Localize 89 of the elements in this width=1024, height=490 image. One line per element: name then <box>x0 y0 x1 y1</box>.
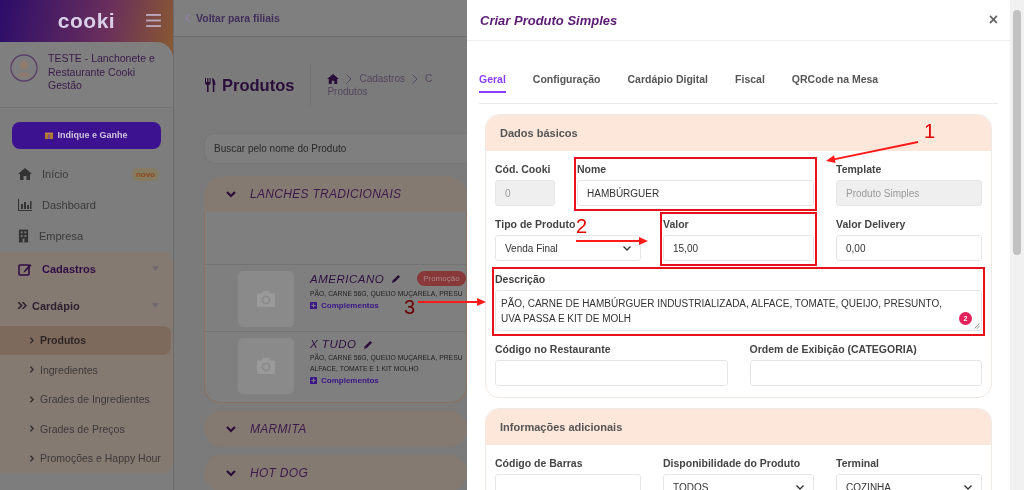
category-header[interactable]: LANCHES TRADICIONAIS <box>204 176 467 212</box>
chevron-right-icon <box>412 73 418 84</box>
select-field[interactable]: Venda Final <box>495 235 641 261</box>
nav-item[interactable]: Grades de Ingredientes <box>0 384 171 414</box>
caret-icon <box>796 484 804 490</box>
field-label: Template <box>836 163 882 175</box>
nav-item[interactable]: Produtos <box>0 325 171 355</box>
chevron-right-icon <box>30 336 34 344</box>
nav-item[interactable]: Cardápio <box>0 285 173 326</box>
chevron-down-icon <box>226 469 236 477</box>
fork-knife-icon <box>204 78 216 92</box>
menu-icon[interactable] <box>146 14 161 27</box>
tab[interactable]: QRCode na Mesa <box>791 62 879 93</box>
double-chevron-icon <box>18 302 27 309</box>
field-label: Nome <box>577 163 607 175</box>
product-name: X TUDO <box>310 338 357 350</box>
search-field[interactable]: Buscar pelo nome do Produto <box>204 133 467 164</box>
input-field[interactable]: 0,00 <box>836 235 982 261</box>
field-label: Descrição <box>495 273 546 285</box>
caret-icon <box>964 484 972 490</box>
field-label: Cód. Cooki <box>495 163 551 175</box>
annotation-number: 2 <box>576 215 588 237</box>
select-field[interactable]: TODOS <box>663 474 814 490</box>
building-icon <box>18 229 29 243</box>
bar-chart-icon <box>18 199 32 211</box>
plus-square-icon <box>310 302 317 309</box>
tab[interactable]: Geral <box>479 62 506 93</box>
scrollbar-thumb[interactable] <box>1013 10 1021 255</box>
section-title: Dados básicos <box>500 127 578 139</box>
field-label: Ordem de Exibição (CATEGORIA) <box>749 343 917 355</box>
complements-link[interactable]: Complementos <box>310 301 379 310</box>
category-header[interactable]: HOT DOG <box>204 455 467 490</box>
pencil-icon[interactable] <box>364 339 374 349</box>
logo[interactable]: cooki <box>57 9 116 33</box>
promo-badge: Promoção <box>417 271 466 286</box>
chevron-left-icon <box>185 14 190 22</box>
new-badge: novo <box>131 167 159 181</box>
input-field[interactable] <box>495 360 728 386</box>
nav-item[interactable]: Ingredientes <box>0 355 171 385</box>
select-field[interactable]: COZINHA <box>836 474 982 490</box>
product-name: AMERICANO <box>310 272 385 285</box>
tab[interactable]: Fiscal <box>735 62 765 93</box>
chevron-right-icon <box>30 366 34 374</box>
scrollbar[interactable] <box>1010 0 1024 490</box>
caret-icon <box>623 245 631 251</box>
category-header[interactable]: MARMITA <box>204 411 467 447</box>
nav-item[interactable]: Empresa <box>0 220 173 252</box>
back-link[interactable]: Voltar para filiais <box>185 12 280 24</box>
avatar-icon <box>10 54 38 82</box>
field-label: Valor <box>663 218 689 230</box>
field-label: Valor Delivery <box>836 218 906 230</box>
field-label: Tipo de Produto <box>495 218 576 230</box>
nav-item[interactable]: Dashboard <box>0 189 173 221</box>
plus-square-icon <box>310 377 317 384</box>
nav-item[interactable]: Promoções e Happy Hour <box>0 443 171 473</box>
chevron-down-icon <box>226 190 236 198</box>
close-button[interactable]: × <box>988 11 998 29</box>
edit-icon <box>18 261 32 276</box>
annotation-arrow <box>417 298 486 306</box>
pencil-icon[interactable] <box>392 274 402 283</box>
chevron-right-icon <box>30 454 34 462</box>
chevron-right-icon <box>30 395 34 403</box>
annotation-number: 3 <box>404 296 416 318</box>
account-name: TESTE - Lanchonete e Restaurante Cooki Gestão <box>48 52 156 93</box>
page-title: Produtos <box>222 75 295 95</box>
input-field[interactable]: 15,00 <box>663 235 814 261</box>
field-label: Código de Barras <box>495 457 583 469</box>
nav-item[interactable]: Grades de Preços <box>0 414 171 444</box>
home-icon <box>18 168 32 180</box>
chevron-right-icon <box>30 425 34 433</box>
nav-item[interactable]: Cadastros <box>0 251 173 286</box>
input-field[interactable] <box>749 360 982 386</box>
chevron-right-icon <box>346 73 353 84</box>
resize-handle-icon[interactable] <box>974 323 980 329</box>
gift-icon <box>45 131 54 139</box>
annotation-number: 1 <box>924 120 936 142</box>
input-field[interactable]: HAMBÚRGUER <box>577 180 814 206</box>
field-label: Terminal <box>836 457 879 469</box>
modal-title: Criar Produto Simples <box>480 12 618 28</box>
chevron-down-icon <box>226 425 236 433</box>
field-label: Disponibilidade do Produto <box>663 457 801 469</box>
tab[interactable]: Configuração <box>532 62 601 93</box>
nav-item[interactable]: Início novo <box>0 158 173 190</box>
field-label: Código no Restaurante <box>495 343 611 355</box>
complements-link[interactable]: Complementos <box>310 376 379 385</box>
referral-button[interactable]: Indique e Ganhe <box>12 121 161 149</box>
home-icon[interactable] <box>327 73 340 84</box>
section-title: Informações adicionais <box>500 421 623 433</box>
tab[interactable]: Cardápio Digital <box>627 62 709 93</box>
